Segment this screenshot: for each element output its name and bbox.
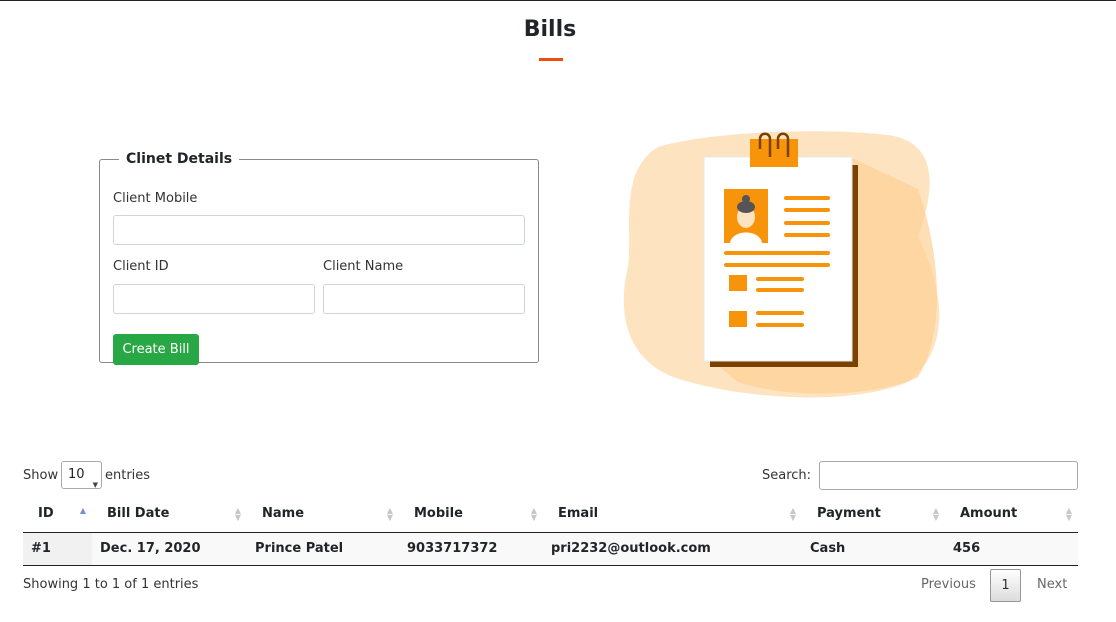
- sort-ascending-icon: ▲: [79, 506, 86, 515]
- client-name-input[interactable]: [323, 284, 525, 314]
- entries-label: entries: [105, 468, 151, 483]
- cell-email: pri2232@outlook.com: [543, 532, 802, 566]
- caret-down-icon: ▼: [92, 481, 98, 489]
- client-name-label: Client Name: [323, 259, 404, 274]
- title-underline: [539, 58, 563, 61]
- cell-name: Prince Patel: [247, 532, 399, 566]
- table-row: #1 Dec. 17, 2020 Prince Patel 9033717372…: [23, 532, 1078, 566]
- column-label: Name: [262, 506, 305, 522]
- cell-bill-date: Dec. 17, 2020: [92, 532, 247, 566]
- client-details-legend: Clinet Details: [126, 151, 233, 167]
- sort-icon: ▲ ▼: [789, 506, 796, 522]
- bills-table: ID ▲ Bill Date ▲ ▼ Name ▲ ▼ Mobile ▲ ▼ Email ▲ ▼ …: [23, 496, 1078, 566]
- show-label: Show: [23, 468, 59, 483]
- cell-amount: 456: [945, 532, 1078, 566]
- column-label: Email: [558, 506, 599, 522]
- table-info: Showing 1 to 1 of 1 entries: [23, 577, 199, 592]
- sort-icon: ▲ ▼: [1065, 506, 1072, 522]
- column-label: ID: [38, 506, 54, 522]
- entries-length-value: 10: [68, 467, 85, 482]
- column-header-amount[interactable]: Amount ▲ ▼: [945, 496, 1078, 533]
- sort-icon: ▲ ▼: [932, 506, 939, 522]
- table-header-row: ID ▲ Bill Date ▲ ▼ Name ▲ ▼ Mobile ▲ ▼ Email ▲ ▼ …: [23, 496, 1078, 533]
- client-id-label: Client ID: [113, 259, 169, 274]
- cell-payment: Cash: [802, 532, 945, 566]
- client-document-icon: [618, 127, 948, 399]
- column-label: Mobile: [414, 506, 463, 522]
- column-header-bill-date[interactable]: Bill Date ▲ ▼: [92, 496, 247, 533]
- client-id-input[interactable]: [113, 284, 315, 314]
- cell-mobile: 9033717372: [399, 532, 543, 566]
- client-mobile-input[interactable]: [113, 215, 525, 245]
- column-header-payment[interactable]: Payment ▲ ▼: [802, 496, 945, 533]
- column-label: Amount: [960, 506, 1018, 522]
- create-bill-button[interactable]: Create Bill: [113, 334, 199, 365]
- cell-id: #1: [23, 532, 92, 566]
- column-header-id[interactable]: ID ▲: [23, 496, 92, 533]
- sort-icon: ▲ ▼: [386, 506, 393, 522]
- client-details-panel: Clinet Details Client Mobile Client ID C…: [99, 151, 539, 365]
- next-page-button[interactable]: Next: [1037, 569, 1067, 601]
- sort-icon: ▲ ▼: [234, 506, 241, 522]
- column-label: Payment: [817, 506, 881, 522]
- client-mobile-label: Client Mobile: [113, 191, 198, 206]
- sort-icon: ▲ ▼: [530, 506, 537, 522]
- search-input[interactable]: [819, 461, 1078, 490]
- column-label: Bill Date: [107, 506, 170, 522]
- column-header-name[interactable]: Name ▲ ▼: [247, 496, 399, 533]
- previous-page-button[interactable]: Previous: [921, 569, 976, 601]
- entries-length-select[interactable]: 10 ▼: [61, 461, 102, 489]
- column-header-email[interactable]: Email ▲ ▼: [543, 496, 802, 533]
- column-header-mobile[interactable]: Mobile ▲ ▼: [399, 496, 543, 533]
- page-1-button[interactable]: 1: [990, 569, 1021, 602]
- page-title: Bills: [523, 17, 577, 42]
- search-label: Search:: [762, 468, 812, 483]
